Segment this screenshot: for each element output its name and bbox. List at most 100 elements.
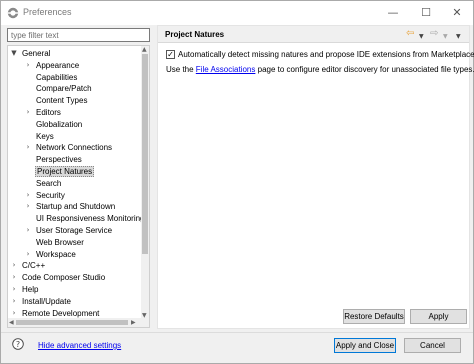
preferences-window: Preferences — ☐ ✕ ▼ General › Appearance Cap… <box>0 0 474 364</box>
tree-item[interactable]: › Network Connections <box>8 142 143 153</box>
tree-item-label: Compare/Patch <box>36 84 92 94</box>
expanded-arrow-icon[interactable]: ▼ <box>10 48 18 59</box>
tree-item[interactable]: UI Responsiveness Monitoring <box>8 213 145 224</box>
tree-item[interactable]: Capabilities <box>8 72 143 83</box>
collapsed-arrow-icon[interactable]: › <box>10 308 18 319</box>
hide-advanced-settings-link[interactable]: Hide advanced settings <box>38 341 121 350</box>
tree-item[interactable]: Globalization <box>8 119 143 130</box>
tree-item-label: Search <box>36 178 62 188</box>
tree-item-label: User Storage Service <box>36 226 113 235</box>
tree-item[interactable]: Perspectives <box>8 154 143 165</box>
back-dropdown-icon[interactable]: ▼ <box>419 32 424 42</box>
tree-item[interactable]: › Startup and Shutdown <box>8 201 143 212</box>
eclipse-icon <box>7 7 19 19</box>
page-title: Project Natures <box>165 30 225 39</box>
maximize-icon: ☐ <box>421 5 431 19</box>
collapsed-arrow-icon[interactable]: › <box>10 284 18 295</box>
close-icon: ✕ <box>452 5 462 19</box>
no-arrow <box>24 166 32 177</box>
collapsed-arrow-icon[interactable]: › <box>24 60 32 71</box>
horizontal-scrollbar[interactable]: ◀ ▶ <box>8 318 149 327</box>
collapsed-arrow-icon[interactable]: › <box>24 142 32 153</box>
tree-item[interactable]: › Install/Update <box>8 296 143 307</box>
tree-item[interactable]: Search <box>8 178 143 189</box>
collapsed-arrow-icon[interactable]: › <box>10 260 18 271</box>
minimize-icon: — <box>387 5 399 19</box>
view-menu-icon[interactable]: ▼ <box>456 32 461 42</box>
tree-item[interactable]: Content Types <box>8 95 143 106</box>
scroll-right-icon[interactable]: ▶ <box>131 319 136 326</box>
apply-and-close-button[interactable]: Apply and Close <box>334 338 396 353</box>
collapsed-arrow-icon[interactable]: › <box>10 272 18 283</box>
tree-item[interactable]: › Editors <box>8 107 143 118</box>
no-arrow <box>24 119 32 130</box>
tree-item-label: Security <box>36 190 65 200</box>
preference-page: Project Natures ⇦ ▼ ⇨ ▼ ▼ ✓ Automaticall… <box>157 25 474 329</box>
close-button[interactable]: ✕ <box>441 1 473 23</box>
tree-item-label: Web Browser <box>36 237 84 247</box>
tree-item-label: Project Natures <box>35 166 95 177</box>
tree-item[interactable]: Compare/Patch <box>8 83 143 94</box>
tree-item[interactable]: › Security <box>8 190 143 201</box>
tree-item-label: Editors <box>36 108 61 117</box>
tree-item-label: Workspace <box>36 249 76 259</box>
tree-item[interactable]: › C/C++ <box>8 260 143 271</box>
forward-dropdown-icon[interactable]: ▼ <box>443 32 448 42</box>
tree-item-label: Remote Development <box>22 308 100 318</box>
cancel-button[interactable]: Cancel <box>404 338 461 353</box>
vertical-scroll-thumb[interactable] <box>142 54 148 254</box>
detect-natures-checkbox[interactable]: ✓ <box>166 50 175 59</box>
preference-tree: ▼ General › Appearance Capabilities Compare/P… <box>7 45 150 328</box>
tree-item[interactable]: › User Storage Service <box>8 225 143 236</box>
no-arrow <box>24 95 32 106</box>
tree-item-label: Content Types <box>36 96 88 106</box>
apply-and-close-label: Apply and Close <box>335 341 395 350</box>
tree-item[interactable]: Keys <box>8 131 143 142</box>
tree-item[interactable]: Web Browser <box>8 237 143 248</box>
tree-item[interactable]: Project Natures <box>8 166 143 177</box>
scroll-up-icon[interactable]: ▲ <box>142 46 147 53</box>
no-arrow <box>24 237 32 248</box>
tree-item[interactable]: ▼ General <box>8 48 143 59</box>
vertical-scrollbar[interactable]: ▲ ▼ <box>141 46 149 319</box>
tree-item-label: UI Responsiveness Monitoring <box>36 214 145 224</box>
tree-item[interactable]: › Help <box>8 284 143 295</box>
svg-text:?: ? <box>16 340 20 349</box>
apply-button[interactable]: Apply <box>410 309 467 324</box>
scroll-left-icon[interactable]: ◀ <box>9 319 14 326</box>
file-associations-link[interactable]: File Associations <box>196 65 256 74</box>
tree-item[interactable]: › Code Composer Studio <box>8 272 143 283</box>
tree-item-label: General <box>22 49 51 58</box>
tree-item-label: Network Connections <box>36 143 113 153</box>
tree-item[interactable]: › Remote Development <box>8 308 143 319</box>
restore-defaults-label: Restore Defaults <box>344 312 404 321</box>
window-title: Preferences <box>23 7 72 17</box>
back-arrow-icon[interactable]: ⇦ <box>406 29 414 39</box>
no-arrow <box>24 83 32 94</box>
help-icon[interactable]: ? <box>12 338 24 350</box>
tree-item-label: Globalization <box>36 119 83 129</box>
no-arrow <box>24 213 32 224</box>
horizontal-scroll-thumb[interactable] <box>16 320 128 325</box>
apply-label: Apply <box>428 312 449 321</box>
restore-defaults-button[interactable]: Restore Defaults <box>343 309 405 324</box>
footer-separator <box>1 332 473 333</box>
tree-item-label: Perspectives <box>36 155 82 165</box>
collapsed-arrow-icon[interactable]: › <box>10 296 18 307</box>
info-prefix: Use the <box>166 65 196 74</box>
collapsed-arrow-icon[interactable]: › <box>24 190 32 201</box>
collapsed-arrow-icon[interactable]: › <box>24 201 32 212</box>
tree-item-label: Code Composer Studio <box>22 273 106 283</box>
navigation-pane: ▼ General › Appearance Capabilities Compare/P… <box>7 25 151 329</box>
page-header: Project Natures ⇦ ▼ ⇨ ▼ ▼ <box>158 26 469 43</box>
collapsed-arrow-icon[interactable]: › <box>24 107 32 118</box>
minimize-button[interactable]: — <box>377 1 409 23</box>
no-arrow <box>24 178 32 189</box>
collapsed-arrow-icon[interactable]: › <box>24 225 32 236</box>
tree-item[interactable]: › Appearance <box>8 60 143 71</box>
filter-input[interactable] <box>7 28 150 42</box>
maximize-button[interactable]: ☐ <box>410 1 442 23</box>
tree-item[interactable]: › Workspace <box>8 249 143 260</box>
forward-arrow-icon[interactable]: ⇨ <box>430 29 438 39</box>
collapsed-arrow-icon[interactable]: › <box>24 249 32 260</box>
